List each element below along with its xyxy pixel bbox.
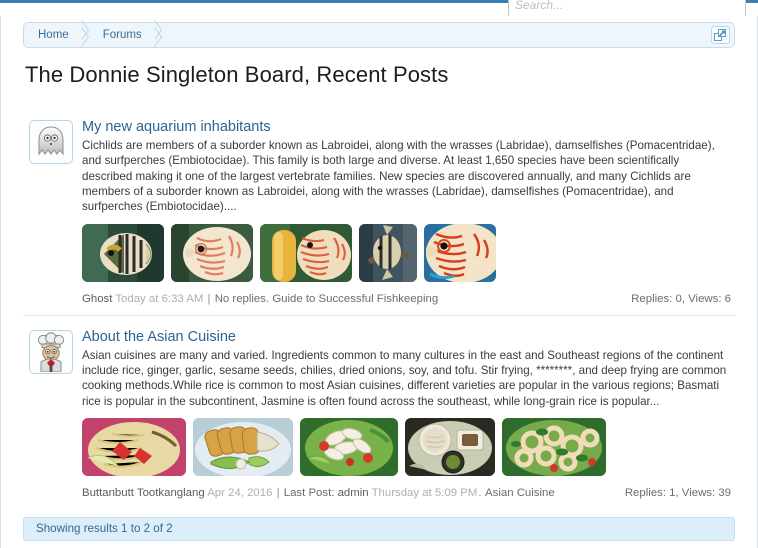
chevron-right-icon xyxy=(75,23,91,47)
thumbnail-strip xyxy=(82,223,735,282)
ghost-avatar-icon xyxy=(38,126,64,156)
thumbnail-seafood-salad[interactable] xyxy=(300,417,398,476)
avatar[interactable] xyxy=(29,120,73,164)
post-title-link[interactable]: About the Asian Cuisine xyxy=(82,328,735,346)
post-item: About the Asian Cuisine Asian cuisines a… xyxy=(23,314,735,509)
post-forum-link[interactable]: Asian Cuisine xyxy=(485,487,555,499)
external-link-icon xyxy=(714,29,726,41)
expand-button[interactable] xyxy=(711,26,730,44)
post-meta: Buttanbutt Tootkanglang Apr 24, 2016 | L… xyxy=(82,487,735,499)
page-container: Home Forums The Donnie Singleton Board, … xyxy=(0,16,758,548)
post-author[interactable]: Buttanbutt Tootkanglang xyxy=(82,487,205,499)
thumbnail-discus-pale[interactable] xyxy=(171,223,253,282)
post-meta-left: Ghost Today at 6:33 AM | No replies. Gui… xyxy=(82,293,438,305)
thumbnail-angelfish[interactable] xyxy=(359,223,417,282)
thumbnail-strip xyxy=(82,417,735,476)
search-box[interactable] xyxy=(508,0,746,17)
meta-separator: | xyxy=(276,486,280,499)
avatar[interactable] xyxy=(29,329,73,374)
post-stats: Replies: 1, Views: 39 xyxy=(624,486,731,499)
breadcrumb: Home Forums xyxy=(23,22,735,48)
thumbnail-discus-red[interactable] xyxy=(424,223,496,282)
last-post-label: Last Post: xyxy=(283,486,335,499)
top-bar xyxy=(0,0,758,17)
meta-separator: | xyxy=(207,292,211,305)
page-title: The Donnie Singleton Board, Recent Posts xyxy=(25,62,449,87)
thumbnail-butterflyfish[interactable] xyxy=(82,223,164,282)
post-date: Today at 6:33 AM xyxy=(115,292,204,305)
breadcrumb-item-forums[interactable]: Forums xyxy=(91,23,148,47)
thumbnail-papaya-salad[interactable] xyxy=(82,417,186,476)
last-post-date: Thursday at 5:09 PM xyxy=(371,486,478,499)
post-meta-left: Buttanbutt Tootkanglang Apr 24, 2016 | L… xyxy=(82,486,555,499)
post-title-link[interactable]: My new aquarium inhabitants xyxy=(82,118,735,136)
last-post-user[interactable]: admin xyxy=(338,487,369,499)
chevron-right-icon xyxy=(148,23,164,47)
thumbnail-grilled-sausage[interactable] xyxy=(193,417,293,476)
post-body: About the Asian Cuisine Asian cuisines a… xyxy=(82,328,735,499)
thumbnail-soup-set[interactable] xyxy=(405,417,495,476)
thumbnail-squid-stirfry[interactable] xyxy=(502,417,606,476)
post-item: My new aquarium inhabitants Cichlids are… xyxy=(23,106,735,315)
reply-status: No replies. xyxy=(214,292,270,305)
post-list: My new aquarium inhabitants Cichlids are… xyxy=(23,106,735,509)
results-text: Showing results 1 to 2 of 2 xyxy=(36,522,173,536)
post-date: Apr 24, 2016 xyxy=(207,486,273,499)
post-excerpt: Asian cuisines are many and varied. Ingr… xyxy=(82,348,727,408)
search-input[interactable] xyxy=(509,0,745,16)
post-body: My new aquarium inhabitants Cichlids are… xyxy=(82,118,735,305)
post-stats: Replies: 0, Views: 6 xyxy=(631,292,731,305)
results-bar: Showing results 1 to 2 of 2 xyxy=(23,516,735,541)
chef-avatar-icon xyxy=(37,331,65,372)
post-excerpt: Cichlids are members of a suborder known… xyxy=(82,139,715,214)
post-forum-link[interactable]: Guide to Successful Fishkeeping xyxy=(272,293,438,305)
breadcrumb-item-home[interactable]: Home xyxy=(24,23,75,47)
post-meta: Ghost Today at 6:33 AM | No replies. Gui… xyxy=(82,293,735,305)
thumbnail-discus-coral[interactable] xyxy=(260,223,352,282)
post-author[interactable]: Ghost xyxy=(82,293,112,305)
